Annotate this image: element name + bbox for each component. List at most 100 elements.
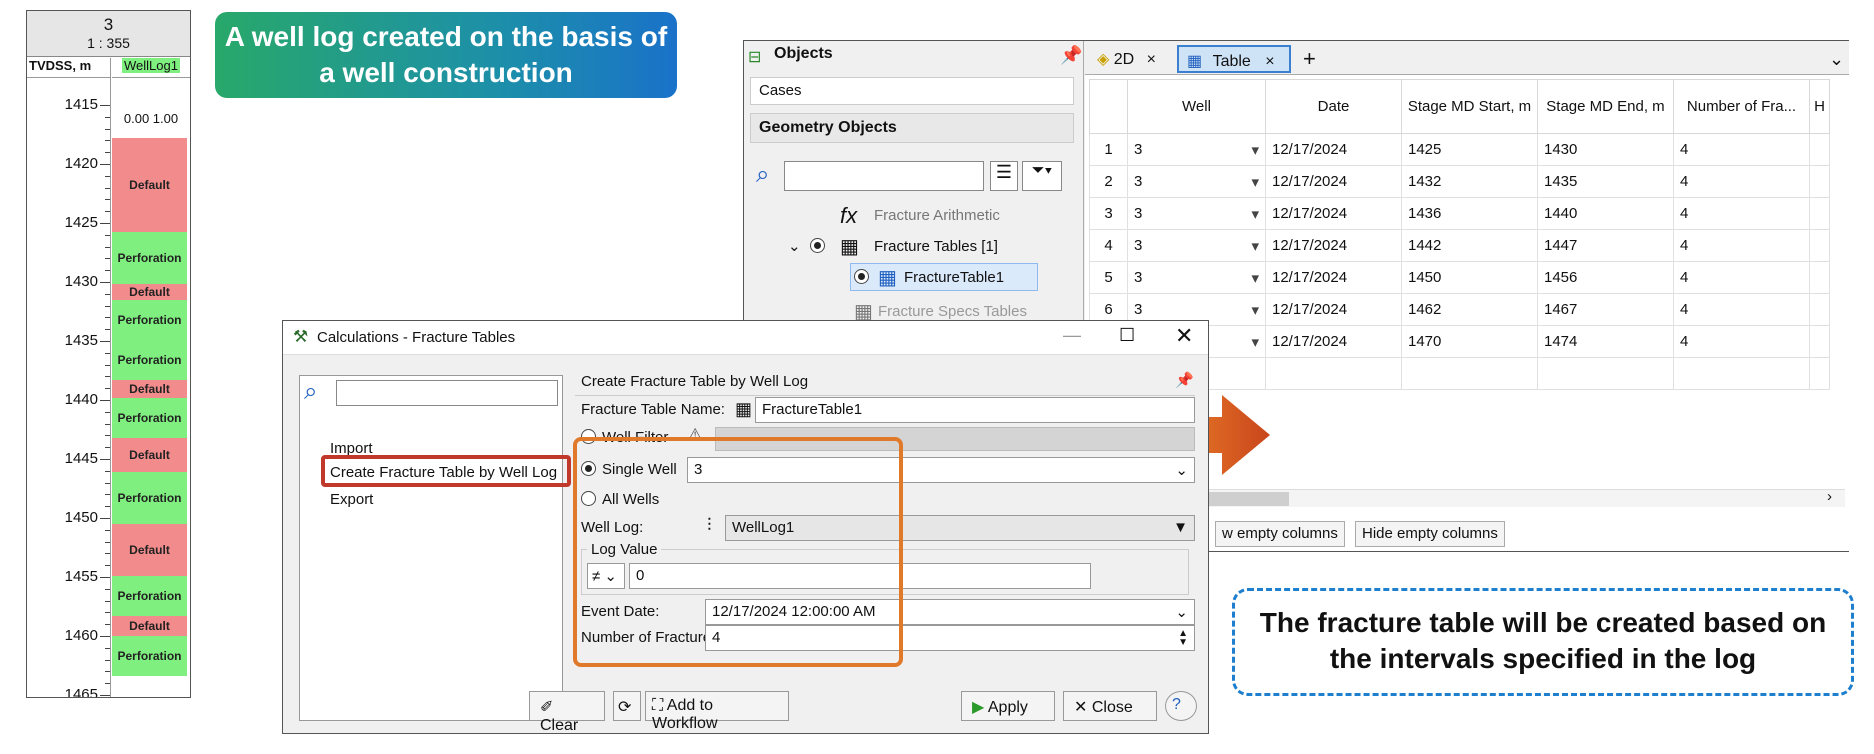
- cell-h[interactable]: [1809, 325, 1830, 358]
- clear-button[interactable]: ✐ Clear: [529, 691, 605, 734]
- cell-stage-start[interactable]: 1450: [1401, 261, 1538, 294]
- caret-down-icon[interactable]: ▾: [1251, 141, 1259, 159]
- cell-stage-start[interactable]: 1442: [1401, 229, 1538, 262]
- caret-down-icon[interactable]: ▾: [1251, 237, 1259, 255]
- cell-stage-end[interactable]: 1440: [1537, 197, 1674, 230]
- empty-cell[interactable]: [1265, 357, 1402, 390]
- cell-h[interactable]: [1809, 293, 1830, 326]
- pin-icon[interactable]: 📌: [1060, 45, 1082, 66]
- cell-date[interactable]: 12/17/2024: [1265, 229, 1402, 262]
- empty-cell[interactable]: [1809, 357, 1830, 390]
- empty-cell[interactable]: [1401, 357, 1538, 390]
- cases-section[interactable]: Cases: [750, 77, 1074, 105]
- cell-well[interactable]: 3▾: [1127, 261, 1266, 294]
- cell-number-fractures[interactable]: 4: [1673, 133, 1810, 166]
- table-row[interactable]: 2 3 ▾ 12/17/2024 1432 1435 4: [1089, 165, 1830, 198]
- cell-h[interactable]: [1809, 133, 1830, 166]
- cell-number-fractures[interactable]: 4: [1673, 293, 1810, 326]
- tree-fracture-arithmetic[interactable]: Fracture Arithmetic: [874, 207, 1000, 224]
- caret-down-icon[interactable]: ▾: [1251, 333, 1259, 351]
- tree-radio[interactable]: [810, 238, 831, 255]
- close-button[interactable]: ✕ Close: [1063, 691, 1157, 721]
- caret-down-icon[interactable]: ▾: [1251, 269, 1259, 287]
- row-number[interactable]: 5: [1089, 261, 1128, 294]
- geometry-objects-section[interactable]: Geometry Objects: [750, 113, 1074, 143]
- add-tab-icon[interactable]: +: [1295, 42, 1324, 71]
- list-item-export[interactable]: Export: [330, 491, 373, 508]
- help-button[interactable]: ?: [1165, 691, 1197, 721]
- refresh-button[interactable]: ⟳: [613, 691, 641, 721]
- objects-search-input[interactable]: [784, 161, 984, 191]
- col-header-stage-end[interactable]: Stage MD End, m: [1537, 79, 1674, 134]
- cell-date[interactable]: 12/17/2024: [1265, 261, 1402, 294]
- chevron-down-icon[interactable]: ⌄: [788, 237, 801, 255]
- add-to-workflow-button[interactable]: ⛶ Add to Workflow: [645, 691, 789, 732]
- cell-well[interactable]: 3▾: [1127, 133, 1266, 166]
- col-header-well[interactable]: Well: [1127, 79, 1266, 134]
- row-number[interactable]: 3: [1089, 197, 1128, 230]
- apply-button[interactable]: ▶ Apply: [961, 691, 1055, 721]
- cell-h[interactable]: [1809, 165, 1830, 198]
- table-row[interactable]: 4 3 ▾ 12/17/2024 1442 1447 4: [1089, 229, 1830, 262]
- tree-fracture-table1[interactable]: FractureTable1: [904, 269, 1004, 286]
- row-number[interactable]: 4: [1089, 229, 1128, 262]
- cell-number-fractures[interactable]: 4: [1673, 197, 1810, 230]
- cell-stage-end[interactable]: 1435: [1537, 165, 1674, 198]
- table-name-input[interactable]: FractureTable1: [755, 397, 1195, 423]
- tab-2d[interactable]: ◈ 2D ×: [1089, 45, 1164, 73]
- tree-fracture-tables[interactable]: Fracture Tables [1]: [874, 238, 998, 255]
- caret-down-icon[interactable]: ▾: [1251, 205, 1259, 223]
- cell-well[interactable]: 3▾: [1127, 165, 1266, 198]
- cell-stage-end[interactable]: 1430: [1537, 133, 1674, 166]
- cell-well[interactable]: 3▾: [1127, 197, 1266, 230]
- chevron-right-icon[interactable]: ›: [1827, 488, 1832, 505]
- cell-well[interactable]: 3▾: [1127, 229, 1266, 262]
- empty-cell[interactable]: [1537, 357, 1674, 390]
- cell-number-fractures[interactable]: 4: [1673, 165, 1810, 198]
- chevron-down-icon[interactable]: ⌄: [1821, 45, 1852, 73]
- col-header-date[interactable]: Date: [1265, 79, 1402, 134]
- col-header-stage-start[interactable]: Stage MD Start, m: [1401, 79, 1538, 134]
- col-header-h[interactable]: H: [1809, 79, 1830, 134]
- cell-stage-start[interactable]: 1425: [1401, 133, 1538, 166]
- cell-date[interactable]: 12/17/2024: [1265, 325, 1402, 358]
- row-number[interactable]: 1: [1089, 133, 1128, 166]
- cell-stage-end[interactable]: 1467: [1537, 293, 1674, 326]
- cell-stage-end[interactable]: 1456: [1537, 261, 1674, 294]
- cell-date[interactable]: 12/17/2024: [1265, 133, 1402, 166]
- tab-table[interactable]: ▦ Table ×: [1177, 45, 1291, 73]
- filter-icon[interactable]: ⏷▾: [1022, 161, 1062, 191]
- minimize-icon[interactable]: —: [1063, 325, 1081, 346]
- cell-date[interactable]: 12/17/2024: [1265, 197, 1402, 230]
- caret-down-icon[interactable]: ▾: [1251, 301, 1259, 319]
- cell-stage-start[interactable]: 1436: [1401, 197, 1538, 230]
- cell-number-fractures[interactable]: 4: [1673, 325, 1810, 358]
- calculation-search-input[interactable]: [336, 380, 558, 406]
- show-empty-columns-button[interactable]: w empty columns: [1215, 521, 1345, 547]
- cell-stage-start[interactable]: 1462: [1401, 293, 1538, 326]
- cell-number-fractures[interactable]: 4: [1673, 261, 1810, 294]
- cell-date[interactable]: 12/17/2024: [1265, 165, 1402, 198]
- close-icon[interactable]: ×: [1265, 53, 1274, 70]
- cell-stage-start[interactable]: 1432: [1401, 165, 1538, 198]
- pin-icon[interactable]: 📌: [1175, 371, 1194, 389]
- cell-stage-start[interactable]: 1470: [1401, 325, 1538, 358]
- cell-h[interactable]: [1809, 261, 1830, 294]
- tree-fracture-specs[interactable]: Fracture Specs Tables: [878, 303, 1027, 320]
- cell-number-fractures[interactable]: 4: [1673, 229, 1810, 262]
- table-row[interactable]: 1 3 ▾ 12/17/2024 1425 1430 4: [1089, 133, 1830, 166]
- hide-empty-columns-button[interactable]: Hide empty columns: [1355, 521, 1505, 547]
- cell-stage-end[interactable]: 1474: [1537, 325, 1674, 358]
- maximize-icon[interactable]: ☐: [1119, 325, 1135, 346]
- row-number[interactable]: 2: [1089, 165, 1128, 198]
- table-row[interactable]: 5 3 ▾ 12/17/2024 1450 1456 4: [1089, 261, 1830, 294]
- cell-h[interactable]: [1809, 229, 1830, 262]
- caret-down-icon[interactable]: ▾: [1251, 173, 1259, 191]
- col-header-number-fractures[interactable]: Number of Fra...: [1673, 79, 1810, 134]
- cell-date[interactable]: 12/17/2024: [1265, 293, 1402, 326]
- stepper-icon[interactable]: ▲ ▼: [1178, 629, 1188, 648]
- cell-h[interactable]: [1809, 197, 1830, 230]
- close-icon[interactable]: ×: [1147, 51, 1156, 68]
- cell-stage-end[interactable]: 1447: [1537, 229, 1674, 262]
- list-view-icon[interactable]: ☰: [990, 161, 1018, 191]
